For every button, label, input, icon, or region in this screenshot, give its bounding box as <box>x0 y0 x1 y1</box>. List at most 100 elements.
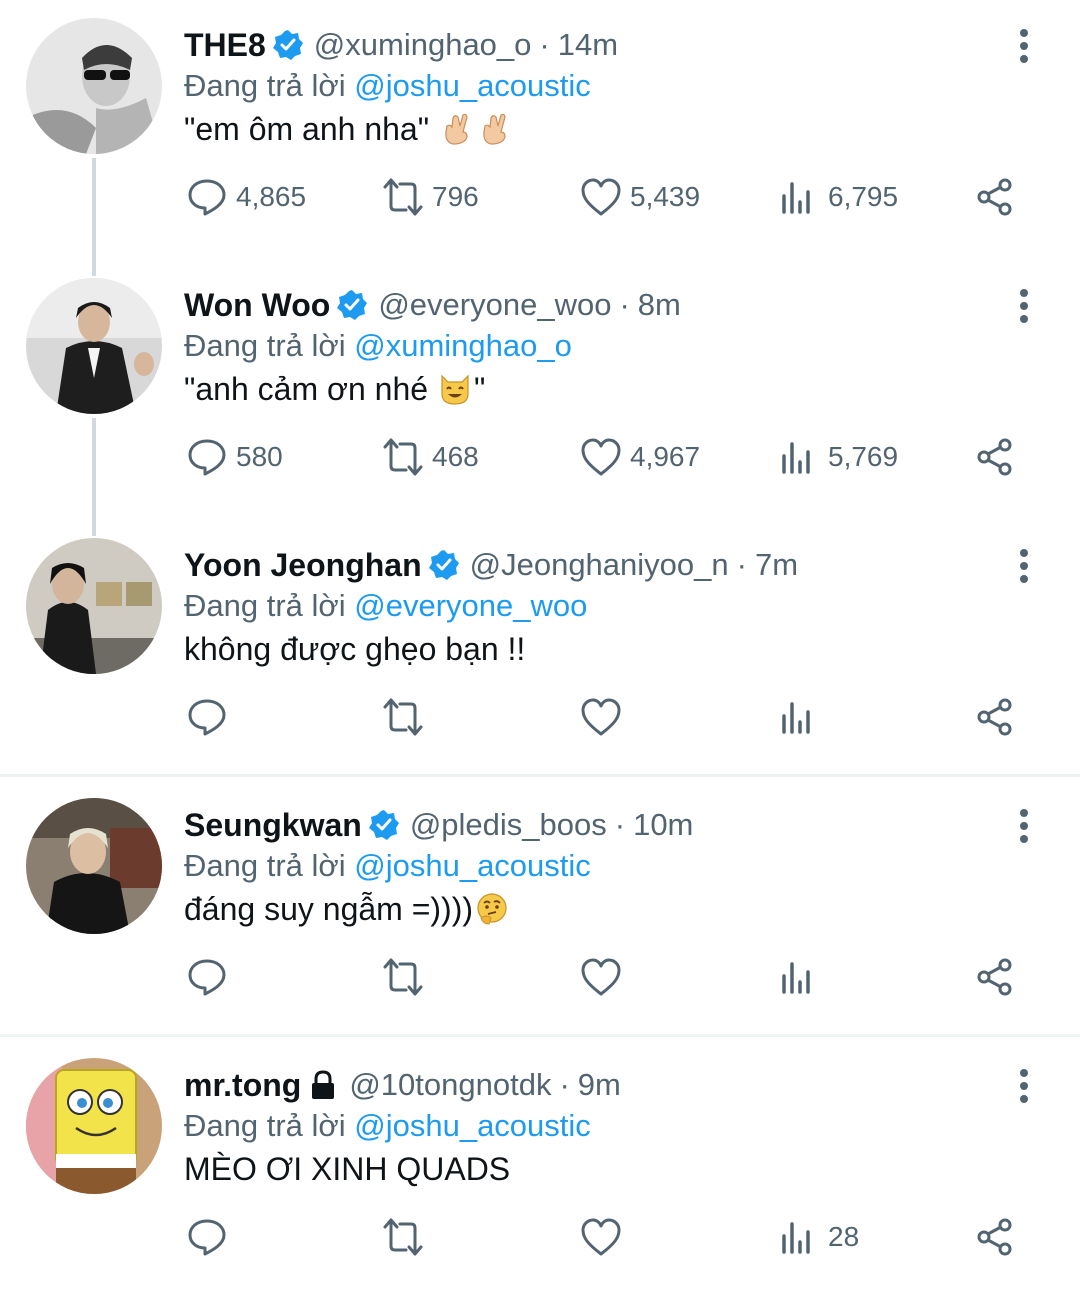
replying-to-mention[interactable]: @joshu_acoustic <box>354 68 591 103</box>
retweet-icon <box>383 1218 423 1256</box>
tweet-item[interactable]: Won Woo @everyone_woo · 8m Đang trả lời … <box>0 260 1080 520</box>
timestamp[interactable]: 9m <box>578 1067 621 1103</box>
user-handle[interactable]: @everyone_woo <box>378 287 611 323</box>
replying-to-line: Đang trả lời @everyone_woo <box>184 588 587 624</box>
share-button[interactable] <box>974 1212 1016 1262</box>
replying-to-mention[interactable]: @xuminghao_o <box>354 328 572 363</box>
views-icon <box>782 962 810 994</box>
avatar[interactable] <box>26 18 162 154</box>
replying-to-mention[interactable]: @everyone_woo <box>354 588 587 623</box>
retweet-button[interactable] <box>382 952 424 1002</box>
crossed-fingers-emoji <box>441 112 475 146</box>
tweet-item[interactable]: mr.tong @10tongnotdk · 9m Đang trả lời @… <box>0 1040 1080 1300</box>
like-button[interactable] <box>580 1212 622 1262</box>
views-count: 28 <box>828 1221 860 1252</box>
heart-icon <box>581 958 621 996</box>
timestamp[interactable]: 10m <box>633 807 693 843</box>
like-button[interactable]: 4,967 <box>580 432 700 482</box>
share-button[interactable] <box>974 432 1016 482</box>
display-name[interactable]: Yoon Jeonghan <box>184 547 422 584</box>
separator-dot: · <box>559 1067 570 1102</box>
user-handle[interactable]: @Jeonghaniyoo_n <box>470 547 729 583</box>
display-name[interactable]: mr.tong <box>184 1067 301 1104</box>
reply-count: 580 <box>236 441 283 472</box>
more-options-icon[interactable] <box>1008 1066 1040 1106</box>
retweet-button[interactable]: 796 <box>382 172 479 222</box>
replying-to-label: Đang trả lời <box>184 1108 346 1143</box>
timestamp[interactable]: 8m <box>638 287 681 323</box>
lock-icon <box>307 1069 339 1101</box>
retweet-button[interactable] <box>382 692 424 742</box>
retweet-icon <box>383 958 423 996</box>
reply-count: 4,865 <box>236 181 307 212</box>
replying-to-mention[interactable]: @joshu_acoustic <box>354 1108 591 1143</box>
reply-button[interactable]: 580 <box>186 432 283 482</box>
verified-badge-icon <box>428 549 460 581</box>
separator-dot: · <box>539 27 550 62</box>
views-button[interactable]: 28 <box>778 1212 859 1262</box>
display-name[interactable]: Won Woo <box>184 287 330 324</box>
views-button[interactable] <box>778 952 820 1002</box>
retweet-button[interactable] <box>382 1212 424 1262</box>
reply-button[interactable] <box>186 1212 228 1262</box>
views-button[interactable] <box>778 692 820 742</box>
like-count: 4,967 <box>630 441 701 472</box>
reply-button[interactable] <box>186 692 228 742</box>
like-button[interactable] <box>580 692 622 742</box>
more-options-icon[interactable] <box>1008 806 1040 846</box>
tweet-text: MÈO ƠI XINH QUADS <box>184 1144 510 1194</box>
more-options-icon[interactable] <box>1008 26 1040 66</box>
views-icon <box>782 1222 810 1254</box>
tweet-item[interactable]: Yoon Jeonghan @Jeonghaniyoo_n · 7m Đang … <box>0 520 1080 780</box>
tweet-item[interactable]: Seungkwan @pledis_boos · 10m Đang trả lờ… <box>0 780 1080 1040</box>
replying-to-label: Đang trả lời <box>184 328 346 363</box>
tweet-actions <box>0 952 1080 1002</box>
timestamp[interactable]: 14m <box>558 27 618 63</box>
like-button[interactable] <box>580 952 622 1002</box>
separator-dot: · <box>619 287 630 322</box>
tweet-text-content: đáng suy ngẫm =)))) <box>184 890 474 927</box>
tweet-text-content: "em ôm anh nha" <box>184 110 430 147</box>
grinning-cat-emoji <box>438 372 472 406</box>
like-button[interactable]: 5,439 <box>580 172 700 222</box>
share-icon <box>977 958 1012 996</box>
share-icon <box>977 1218 1012 1256</box>
avatar[interactable] <box>26 278 162 414</box>
replying-to-label: Đang trả lời <box>184 588 346 623</box>
avatar[interactable] <box>26 1058 162 1194</box>
views-count: 6,795 <box>828 181 899 212</box>
views-button[interactable]: 5,769 <box>778 432 898 482</box>
tweet-item[interactable]: THE8 @xuminghao_o · 14m Đang trả lời @jo… <box>0 0 1080 260</box>
reply-button[interactable] <box>186 952 228 1002</box>
share-button[interactable] <box>974 172 1016 222</box>
avatar[interactable] <box>26 798 162 934</box>
more-options-icon[interactable] <box>1008 546 1040 586</box>
display-name[interactable]: Seungkwan <box>184 807 362 844</box>
retweet-count: 796 <box>432 181 479 212</box>
user-handle[interactable]: @pledis_boos <box>410 807 607 843</box>
more-options-icon[interactable] <box>1008 286 1040 326</box>
share-icon <box>977 438 1012 476</box>
reply-button[interactable]: 4,865 <box>186 172 306 222</box>
tweet-actions: 28 <box>0 1212 1080 1262</box>
views-button[interactable]: 6,795 <box>778 172 898 222</box>
share-button[interactable] <box>974 952 1016 1002</box>
share-button[interactable] <box>974 692 1016 742</box>
views-icon <box>782 702 810 734</box>
display-name[interactable]: THE8 <box>184 27 266 64</box>
user-handle[interactable]: @xuminghao_o <box>314 27 532 63</box>
replying-to-line: Đang trả lời @joshu_acoustic <box>184 68 591 104</box>
replying-to-mention[interactable]: @joshu_acoustic <box>354 848 591 883</box>
tweet-actions: 580 468 4,967 5,769 <box>0 432 1080 482</box>
reply-icon <box>188 699 226 736</box>
replying-to-line: Đang trả lời @joshu_acoustic <box>184 1108 591 1144</box>
heart-icon <box>581 698 621 736</box>
views-icon <box>782 182 810 214</box>
retweet-button[interactable]: 468 <box>382 432 479 482</box>
timestamp[interactable]: 7m <box>755 547 798 583</box>
user-handle[interactable]: @10tongnotdk <box>349 1067 551 1103</box>
replying-to-label: Đang trả lời <box>184 848 346 883</box>
avatar[interactable] <box>26 538 162 674</box>
replying-to-label: Đang trả lời <box>184 68 346 103</box>
reply-icon <box>188 1219 226 1256</box>
